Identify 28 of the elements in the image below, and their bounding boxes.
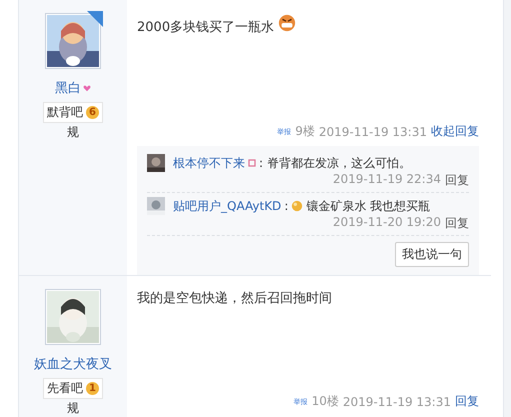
forum-badge[interactable]: 默背吧 6 xyxy=(43,102,103,123)
reply-link[interactable]: 回复 xyxy=(445,215,469,232)
floor-number: 10楼 xyxy=(312,393,339,410)
reply-text: 镶金矿泉水 我也想买瓶 xyxy=(306,198,430,214)
post-time: 2019-11-19 13:31 xyxy=(342,394,451,408)
reply-username[interactable]: 根本停不下来 xyxy=(173,154,245,172)
post-text: 我的是空包快递，然后召回拖时间 xyxy=(137,290,332,307)
badge-label: 先看吧 xyxy=(47,380,83,397)
level-badge: 1 xyxy=(86,382,99,395)
username[interactable]: 妖血之犬夜叉 xyxy=(34,355,112,373)
reply-text: : 脊背都在发凉，这么可怕。 xyxy=(259,154,411,172)
reply-text: : xyxy=(284,199,288,213)
post-time: 2019-11-19 13:31 xyxy=(318,124,427,138)
reply-toggle-link[interactable]: 回复 xyxy=(455,393,479,410)
badge-label-end: 规 xyxy=(67,400,79,417)
reply-username[interactable]: 贴吧用户_QAAytKD xyxy=(173,198,282,214)
floor-number: 9楼 xyxy=(295,123,315,140)
reply-time: 2019-11-19 22:34 xyxy=(332,172,441,188)
comment-button[interactable]: 我也说一句 xyxy=(395,242,469,267)
forum-badge[interactable]: 先看吧 1 xyxy=(43,378,103,399)
username[interactable]: 黑白 xyxy=(55,79,81,97)
level-badge: 6 xyxy=(86,106,99,119)
post-text: 2000多块钱买了一瓶水 xyxy=(137,19,274,36)
reply-link[interactable]: 回复 xyxy=(445,172,469,189)
badge-label: 默背吧 xyxy=(47,104,83,121)
reply-toggle-link[interactable]: 收起回复 xyxy=(431,123,479,140)
badge-label-end: 规 xyxy=(67,124,79,141)
reply-time: 2019-11-20 19:20 xyxy=(332,215,441,231)
